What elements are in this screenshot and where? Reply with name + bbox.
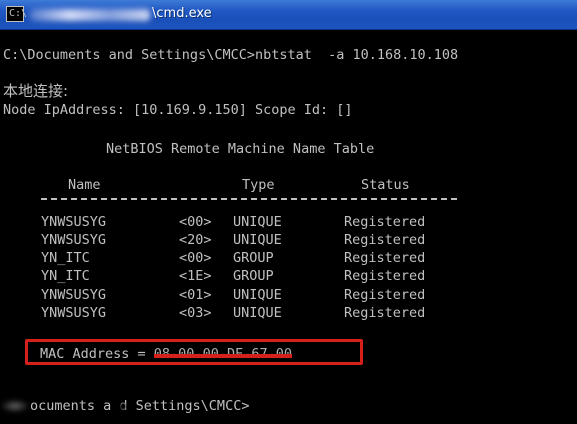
row-name: YNWSUSYG xyxy=(41,287,107,303)
row-code: <01> xyxy=(179,287,212,303)
row-type: UNIQUE xyxy=(233,305,282,321)
table-divider xyxy=(41,198,457,200)
row-type: UNIQUE xyxy=(233,232,282,248)
cmd-icon-glyph: C:\ xyxy=(9,8,28,19)
cmd-window: C:\ \cmd.exe C:\Documents and Settings\C… xyxy=(0,0,577,424)
local-connection-label: 本地连接: xyxy=(3,82,69,100)
row-code: <00> xyxy=(179,214,212,230)
row-status: Registered xyxy=(344,268,426,284)
cmd-icon[interactable]: C:\ xyxy=(6,6,28,22)
row-code: <00> xyxy=(179,250,212,266)
row-code: <03> xyxy=(179,305,212,321)
row-status: Registered xyxy=(344,287,426,303)
header-name: Name xyxy=(68,177,101,193)
title-bar[interactable]: C:\ \cmd.exe xyxy=(0,0,577,30)
title-redacted-area xyxy=(30,9,150,21)
prompt-redacted-area xyxy=(0,399,30,413)
mac-address-line: MAC Address = 08-00-00-DE-67-00 xyxy=(40,345,292,363)
command-line: C:\Documents and Settings\CMCC>nbtstat -… xyxy=(3,47,459,63)
node-ip-line: Node IpAddress: [10.169.9.150] Scope Id:… xyxy=(3,102,353,118)
table-title: NetBIOS Remote Machine Name Table xyxy=(106,141,375,157)
row-type: UNIQUE xyxy=(233,287,282,303)
row-name: YNWSUSYG xyxy=(41,232,107,248)
mac-address-value: 08-00-00-DE-67-00 xyxy=(153,346,292,362)
row-type: GROUP xyxy=(233,250,274,266)
header-type: Type xyxy=(242,177,275,193)
redaction-strike xyxy=(153,354,292,358)
row-name: YNWSUSYG xyxy=(41,214,107,230)
row-status: Registered xyxy=(344,250,426,266)
row-name: YN_ITC xyxy=(41,250,90,266)
row-type: GROUP xyxy=(233,268,274,284)
window-title: \cmd.exe xyxy=(152,6,212,21)
current-prompt[interactable]: ocuments a d Settings\CMCC> xyxy=(30,397,249,415)
mac-address-highlight: MAC Address = 08-00-00-DE-67-00 xyxy=(25,339,363,365)
mac-address-label: MAC Address = xyxy=(40,346,154,362)
header-status: Status xyxy=(361,177,410,193)
row-name: YNWSUSYG xyxy=(41,305,107,321)
prompt-redacted-gap xyxy=(116,401,128,413)
terminal-output[interactable]: C:\Documents and Settings\CMCC>nbtstat -… xyxy=(3,37,577,424)
row-status: Registered xyxy=(344,305,426,321)
row-code: <20> xyxy=(179,232,212,248)
row-status: Registered xyxy=(344,232,426,248)
row-status: Registered xyxy=(344,214,426,230)
row-type: UNIQUE xyxy=(233,214,282,230)
row-code: <1E> xyxy=(179,268,212,284)
row-name: YN_ITC xyxy=(41,268,90,284)
